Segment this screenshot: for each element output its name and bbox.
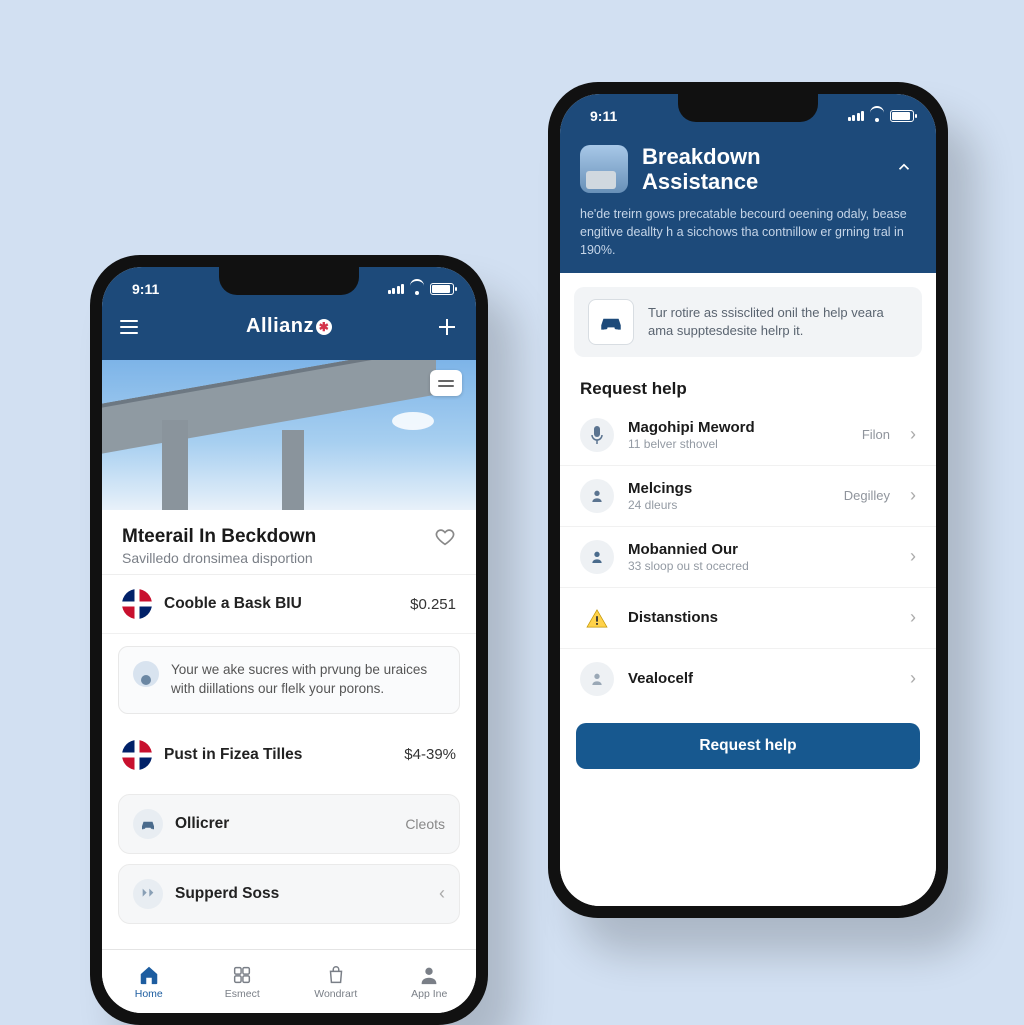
item-title: Mobannied Our [628,541,896,558]
info-text: Your we ake sucres with prvung be uraice… [171,661,445,699]
avatar-icon [133,661,159,687]
action-tile[interactable]: Supperd Soss ‹ [118,864,460,924]
uk-flag-icon [122,740,152,770]
currency-row-value: $4-39% [404,746,456,763]
phone-home: 9:11 Allianz✱ [90,255,488,1025]
brand-logo: Allianz✱ [246,315,332,338]
grid-icon [231,964,253,986]
tab-home[interactable]: Home [102,950,196,1013]
phone-breakdown: 9:11 Breakdown Assistance he'de treirn g… [548,82,948,918]
wifi-icon [409,283,425,295]
help-option[interactable]: Vealocelf › [560,649,936,709]
action-tile[interactable]: Ollicrer Cleots [118,794,460,854]
section-title: Request help [560,371,936,405]
bag-icon [325,964,347,986]
car-icon [133,809,163,839]
item-title: Vealocelf [628,670,896,687]
car-icon [588,299,634,345]
battery-icon [890,110,914,122]
wifi-icon [869,110,885,122]
person-icon [580,479,614,513]
signal-icon [388,284,405,294]
signal-icon [848,111,865,121]
brand-text: Allianz [246,315,314,338]
home-icon [138,964,160,986]
info-callout: Your we ake sucres with prvung be uraice… [118,646,460,714]
uk-flag-icon [122,589,152,619]
status-time: 9:11 [132,281,159,297]
currency-row-title: Cooble a Bask BIU [164,595,302,613]
battery-icon [430,283,454,295]
headline-card: Mteerail In Beckdown Savilledo dronsimea… [102,510,476,575]
notch [678,94,818,122]
headline-title: Mteerail In Beckdown [122,526,316,548]
chevron-right-icon: › [910,546,916,567]
item-title: Magohipi Meword [628,419,848,436]
collapse-button[interactable] [892,158,916,181]
hero-menu-button[interactable] [430,370,462,396]
chevron-up-icon [895,158,913,176]
item-subtitle: 11 belver sthovel [628,437,848,451]
tab-label: App Ine [411,988,447,1000]
tab-label: Esmect [225,988,260,1000]
item-meta: Filon [862,427,890,442]
tab-profile[interactable]: App Ine [383,950,477,1013]
currency-row[interactable]: Cooble a Bask BIU $0.251 [102,575,476,634]
currency-row-value: $0.251 [410,596,456,613]
chevron-right-icon: › [910,668,916,689]
item-title: Distanstions [628,609,896,626]
tab-bar: Home Esmect Wondrart App Ine [102,949,476,1013]
help-option[interactable]: Melcings 24 dleurs Degilley › [560,466,936,527]
page-description: he'de treirn gows precatable becourd oee… [560,205,936,259]
chevron-left-icon: ‹ [439,883,445,904]
request-help-button[interactable]: Request help [576,723,920,769]
warning-icon [580,601,614,635]
chevron-right-icon: › [910,607,916,628]
hero-image [102,360,476,510]
item-title: Melcings [628,480,830,497]
notice-text: Tur rotire as ssisclited onil the help v… [648,304,908,339]
tile-title: Ollicrer [175,815,229,833]
notice-card: Tur rotire as ssisclited onil the help v… [574,287,922,357]
person-icon [580,540,614,574]
help-option[interactable]: Distanstions › [560,588,936,649]
support-icon [133,879,163,909]
help-option[interactable]: Magohipi Meword 11 belver sthovel Filon … [560,405,936,466]
page-title: Breakdown Assistance [642,144,878,195]
headline-subtitle: Savilledo dronsimea disportion [122,550,456,566]
menu-icon[interactable] [120,316,142,338]
header-thumbnail [580,145,628,193]
chevron-right-icon: › [910,424,916,445]
mic-icon [580,418,614,452]
item-subtitle: 24 dleurs [628,498,830,512]
tile-title: Supperd Soss [175,885,279,903]
add-button[interactable] [436,316,458,338]
favorite-icon[interactable] [434,526,456,548]
currency-row-title: Pust in Fizea Tilles [164,746,302,764]
item-meta: Degilley [844,488,890,503]
tab-label: Home [135,988,163,1000]
item-subtitle: 33 sloop ou st ocecred [628,559,896,573]
tile-meta: Cleots [405,816,445,832]
currency-row[interactable]: Pust in Fizea Tilles $4-39% [102,726,476,784]
person-icon [580,662,614,696]
tab-explore[interactable]: Esmect [196,950,290,1013]
tab-label: Wondrart [314,988,357,1000]
help-option[interactable]: Mobannied Our 33 sloop ou st ocecred › [560,527,936,588]
brand-dot-icon: ✱ [316,319,332,335]
chevron-right-icon: › [910,485,916,506]
tab-market[interactable]: Wondrart [289,950,383,1013]
status-time: 9:11 [590,108,617,124]
person-icon [418,964,440,986]
notch [219,267,359,295]
